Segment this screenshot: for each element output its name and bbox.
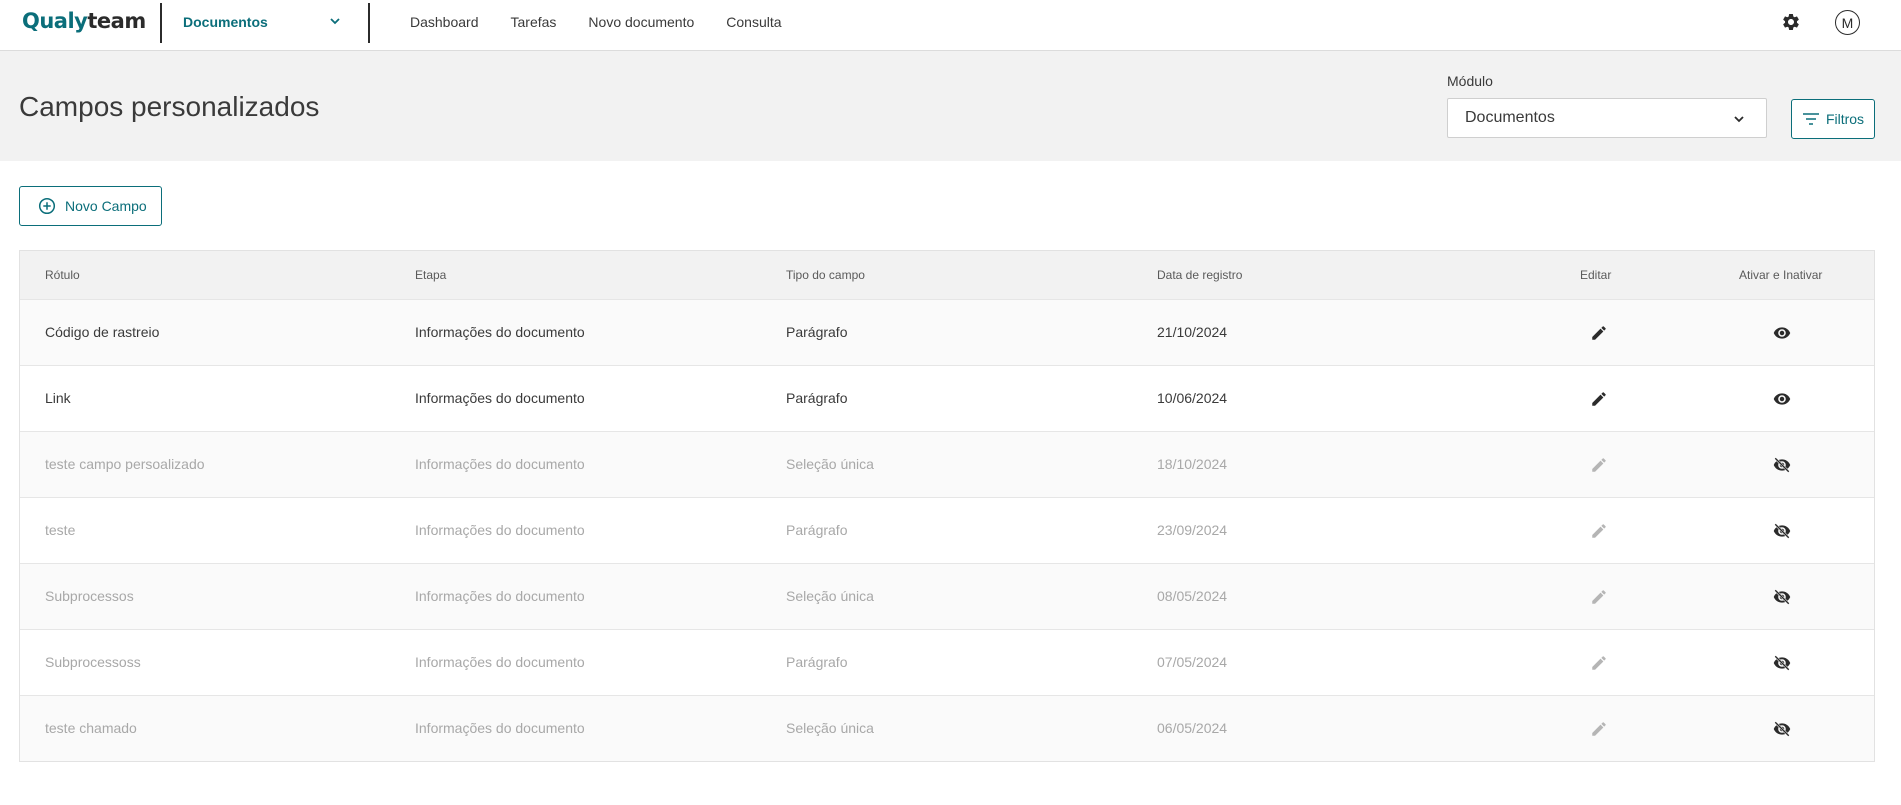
column-header-data[interactable]: Data de registro (1157, 268, 1242, 282)
cell-data: 21/10/2024 (1157, 324, 1228, 340)
module-switcher[interactable]: Documentos (161, 0, 370, 44)
cell-tipo: Seleção única (786, 456, 874, 472)
table-row: Subprocessos Informações do documento Sele… (20, 563, 1874, 629)
brand-logo-part2: team (87, 9, 146, 33)
nav-item-dashboard[interactable]: Dashboard (410, 14, 479, 30)
brand-logo-part1: Qualy (22, 9, 88, 33)
cell-rotulo: teste (45, 522, 76, 538)
column-header-ativar: Ativar e Inativar (1739, 268, 1823, 282)
add-circle-icon (38, 197, 56, 215)
nav-item-consulta[interactable]: Consulta (726, 14, 781, 30)
pencil-icon[interactable] (1590, 654, 1608, 672)
novo-campo-button[interactable]: Novo Campo (19, 186, 162, 226)
gear-icon[interactable] (1781, 12, 1801, 32)
novo-campo-label: Novo Campo (65, 198, 147, 214)
column-header-tipo[interactable]: Tipo do campo (786, 268, 865, 282)
filtros-button[interactable]: Filtros (1791, 99, 1875, 139)
cell-etapa: Informações do documento (415, 456, 585, 472)
pencil-icon[interactable] (1590, 720, 1608, 738)
main-nav: Dashboard Tarefas Novo documento Consult… (410, 0, 814, 44)
chevron-down-icon (330, 18, 340, 25)
cell-etapa: Informações do documento (415, 720, 585, 736)
pencil-icon[interactable] (1590, 390, 1608, 408)
table-row: teste campo persoalizado Informações do d… (20, 431, 1874, 497)
cell-tipo: Parágrafo (786, 654, 848, 670)
cell-rotulo: Subprocessos (45, 588, 134, 604)
cell-data: 18/10/2024 (1157, 456, 1228, 472)
eye-off-icon[interactable] (1772, 456, 1792, 474)
chevron-down-icon (1734, 116, 1744, 123)
avatar[interactable]: M (1835, 10, 1860, 35)
eye-off-icon[interactable] (1772, 654, 1792, 672)
module-switcher-label: Documentos (183, 14, 268, 30)
brand-logo[interactable]: Qualyteam (22, 9, 146, 33)
table-body: Código de rastreio Informações do documen… (20, 299, 1874, 761)
eye-icon[interactable] (1772, 390, 1792, 408)
table-header: Rótulo Etapa Tipo do campo Data de regis… (20, 251, 1874, 299)
cell-data: 07/05/2024 (1157, 654, 1228, 670)
cell-etapa: Informações do documento (415, 324, 585, 340)
eye-off-icon[interactable] (1772, 588, 1792, 606)
column-header-rotulo[interactable]: Rótulo (45, 268, 80, 282)
cell-rotulo: teste chamado (45, 720, 137, 736)
modulo-label: Módulo (1447, 73, 1493, 89)
modulo-select-value: Documentos (1465, 109, 1555, 126)
cell-etapa: Informações do documento (415, 390, 585, 406)
eye-off-icon[interactable] (1772, 522, 1792, 540)
modulo-select[interactable]: Documentos (1447, 98, 1767, 138)
nav-item-novo-documento[interactable]: Novo documento (588, 14, 694, 30)
column-header-etapa[interactable]: Etapa (415, 268, 446, 282)
column-header-editar: Editar (1580, 268, 1612, 282)
cell-rotulo: Código de rastreio (45, 324, 160, 340)
cell-rotulo: teste campo persoalizado (45, 456, 205, 472)
page-header: Campos personalizados Módulo Documentos … (0, 51, 1901, 161)
filtros-button-label: Filtros (1825, 111, 1865, 127)
cell-rotulo: Subprocessoss (45, 654, 141, 670)
cell-data: 23/09/2024 (1157, 522, 1228, 538)
nav-item-tarefas[interactable]: Tarefas (511, 14, 557, 30)
divider (368, 3, 370, 43)
eye-off-icon[interactable] (1772, 720, 1792, 738)
cell-tipo: Parágrafo (786, 324, 848, 340)
filter-icon (1802, 113, 1819, 125)
pencil-icon[interactable] (1590, 522, 1608, 540)
pencil-icon[interactable] (1590, 324, 1608, 342)
table-row: Link Informações do documento Parágrafo 10/… (20, 365, 1874, 431)
cell-tipo: Seleção única (786, 720, 874, 736)
top-bar: Qualyteam Documentos Dashboard Tarefas N… (0, 0, 1901, 51)
cell-etapa: Informações do documento (415, 522, 585, 538)
eye-icon[interactable] (1772, 324, 1792, 342)
cell-etapa: Informações do documento (415, 654, 585, 670)
cell-tipo: Parágrafo (786, 390, 848, 406)
cell-tipo: Seleção única (786, 588, 874, 604)
cell-rotulo: Link (45, 390, 71, 406)
table-row: Código de rastreio Informações do documen… (20, 299, 1874, 365)
table-row: Subprocessoss Informações do documento Par… (20, 629, 1874, 695)
cell-data: 10/06/2024 (1157, 390, 1228, 406)
cell-data: 06/05/2024 (1157, 720, 1228, 736)
page-title: Campos personalizados (19, 91, 320, 122)
pencil-icon[interactable] (1590, 456, 1608, 474)
cell-tipo: Parágrafo (786, 522, 848, 538)
cell-etapa: Informações do documento (415, 588, 585, 604)
table-row: teste Informações do documento Parágrafo 23… (20, 497, 1874, 563)
cell-data: 08/05/2024 (1157, 588, 1228, 604)
custom-fields-table: Rótulo Etapa Tipo do campo Data de regis… (19, 250, 1875, 762)
pencil-icon[interactable] (1590, 588, 1608, 606)
table-row: teste chamado Informações do documento Sel… (20, 695, 1874, 761)
